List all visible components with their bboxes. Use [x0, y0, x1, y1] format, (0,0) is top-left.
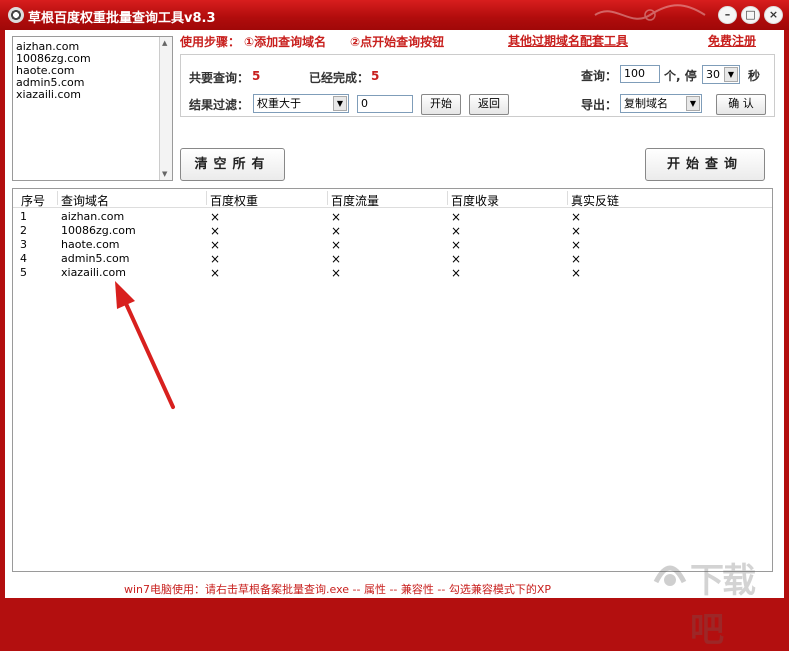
- filter-label: 结果过滤：: [189, 98, 250, 112]
- stop-seconds-select[interactable]: 30 ▼: [702, 65, 740, 84]
- domain-list-textarea[interactable]: aizhan.com 10086zg.com haote.com admin5.…: [12, 36, 173, 181]
- row-backlinks: ×: [571, 252, 582, 266]
- filter-start-button[interactable]: 开始: [421, 94, 461, 115]
- table-header: 序号 查询域名 百度权重 百度流量 百度收录 真实反链: [13, 189, 772, 208]
- watermark-text: 下载吧: [690, 561, 756, 650]
- step2-text: ②点开始查询按钮: [350, 35, 445, 49]
- query-count-input[interactable]: 100: [620, 65, 660, 83]
- row-traffic: ×: [331, 252, 342, 266]
- filter-back-button[interactable]: 返回: [469, 94, 509, 115]
- main-panel: aizhan.com 10086zg.com haote.com admin5.…: [5, 30, 784, 650]
- scroll-down-icon[interactable]: ▼: [162, 170, 167, 178]
- row-traffic: ×: [331, 210, 342, 224]
- table-row[interactable]: 3 haote.com × × × ×: [13, 238, 772, 252]
- row-backlinks: ×: [571, 210, 582, 224]
- table-row[interactable]: 1 aizhan.com × × × ×: [13, 210, 772, 224]
- row-domain: aizhan.com: [61, 210, 125, 223]
- filter-select[interactable]: 权重大于 ▼: [253, 94, 349, 113]
- row-index: 2: [20, 224, 27, 237]
- row-traffic: ×: [331, 224, 342, 238]
- vertical-scrollbar[interactable]: ▲ ▼: [159, 37, 172, 180]
- row-weight: ×: [210, 224, 221, 238]
- completed-label: 已经完成：: [309, 71, 370, 85]
- clear-all-button[interactable]: 清空所有: [180, 148, 285, 181]
- total-query-label: 共要查询：: [189, 71, 250, 85]
- other-tools-link[interactable]: 其他过期域名配套工具: [508, 32, 628, 49]
- table-row[interactable]: 4 admin5.com × × × ×: [13, 252, 772, 266]
- export-confirm-button[interactable]: 确 认: [716, 94, 766, 115]
- row-backlinks: ×: [571, 266, 582, 280]
- dropdown-arrow-icon[interactable]: ▼: [686, 96, 700, 111]
- row-traffic: ×: [331, 238, 342, 252]
- column-header[interactable]: 真实反链: [571, 192, 619, 209]
- row-traffic: ×: [331, 266, 342, 280]
- settings-panel: 共要查询： 5 已经完成： 5 结果过滤： 权重大于 ▼ 0 开始 返回 查询：…: [180, 54, 775, 117]
- column-header[interactable]: 百度权重: [210, 192, 258, 209]
- row-indexed: ×: [451, 210, 462, 224]
- close-icon[interactable]: ×: [764, 6, 783, 24]
- row-backlinks: ×: [571, 224, 582, 238]
- maximize-icon[interactable]: □: [741, 6, 760, 24]
- dropdown-arrow-icon[interactable]: ▼: [724, 67, 738, 82]
- free-register-link[interactable]: 免费注册: [708, 32, 756, 49]
- row-indexed: ×: [451, 266, 462, 280]
- filter-select-value: 权重大于: [257, 97, 301, 110]
- query-unit-text: 个, 停: [664, 69, 697, 83]
- total-query-value: 5: [252, 69, 261, 83]
- title-swirl-decoration: [594, 4, 706, 21]
- stop-seconds-value: 30: [706, 68, 720, 81]
- row-backlinks: ×: [571, 238, 582, 252]
- row-indexed: ×: [451, 252, 462, 266]
- row-weight: ×: [210, 238, 221, 252]
- row-index: 4: [20, 252, 27, 265]
- row-index: 3: [20, 238, 27, 251]
- dropdown-arrow-icon[interactable]: ▼: [333, 96, 347, 111]
- row-index: 5: [20, 266, 27, 279]
- column-header[interactable]: 序号: [21, 192, 45, 209]
- table-row[interactable]: 2 10086zg.com × × × ×: [13, 224, 772, 238]
- export-label: 导出：: [581, 98, 618, 112]
- row-weight: ×: [210, 252, 221, 266]
- row-weight: ×: [210, 266, 221, 280]
- step1-text: ①添加查询域名: [244, 35, 327, 49]
- start-query-button[interactable]: 开始查询: [645, 148, 765, 181]
- column-header[interactable]: 百度收录: [451, 192, 499, 209]
- window-title: 草根百度权重批量查询工具v8.3: [28, 11, 216, 26]
- completed-value: 5: [371, 69, 380, 83]
- title-bar: 草根百度权重批量查询工具v8.3 – □ ×: [0, 0, 789, 30]
- seconds-text: 秒: [748, 69, 761, 83]
- filter-value-input[interactable]: 0: [357, 95, 413, 113]
- row-index: 1: [20, 210, 27, 223]
- list-item: xiazaili.com: [16, 88, 81, 101]
- export-select-value: 复制域名: [624, 97, 668, 110]
- minimize-icon[interactable]: –: [718, 6, 737, 24]
- row-weight: ×: [210, 210, 221, 224]
- red-arrow-annotation: [115, 281, 175, 409]
- export-select[interactable]: 复制域名 ▼: [620, 94, 702, 113]
- row-domain: 10086zg.com: [61, 224, 136, 237]
- row-indexed: ×: [451, 224, 462, 238]
- column-header[interactable]: 百度流量: [331, 192, 379, 209]
- watermark-logo: 下载吧: [652, 550, 777, 650]
- row-indexed: ×: [451, 238, 462, 252]
- row-domain: haote.com: [61, 238, 120, 251]
- app-icon: [8, 7, 24, 23]
- column-header[interactable]: 查询域名: [61, 192, 109, 209]
- scroll-up-icon[interactable]: ▲: [162, 39, 167, 47]
- query-label: 查询：: [581, 69, 618, 83]
- steps-label: 使用步骤：: [180, 35, 241, 49]
- row-domain: admin5.com: [61, 252, 130, 265]
- footer-note: win7电脑使用：请右击草根备案批量查询.exe -- 属性 -- 兼容性 --…: [124, 583, 551, 596]
